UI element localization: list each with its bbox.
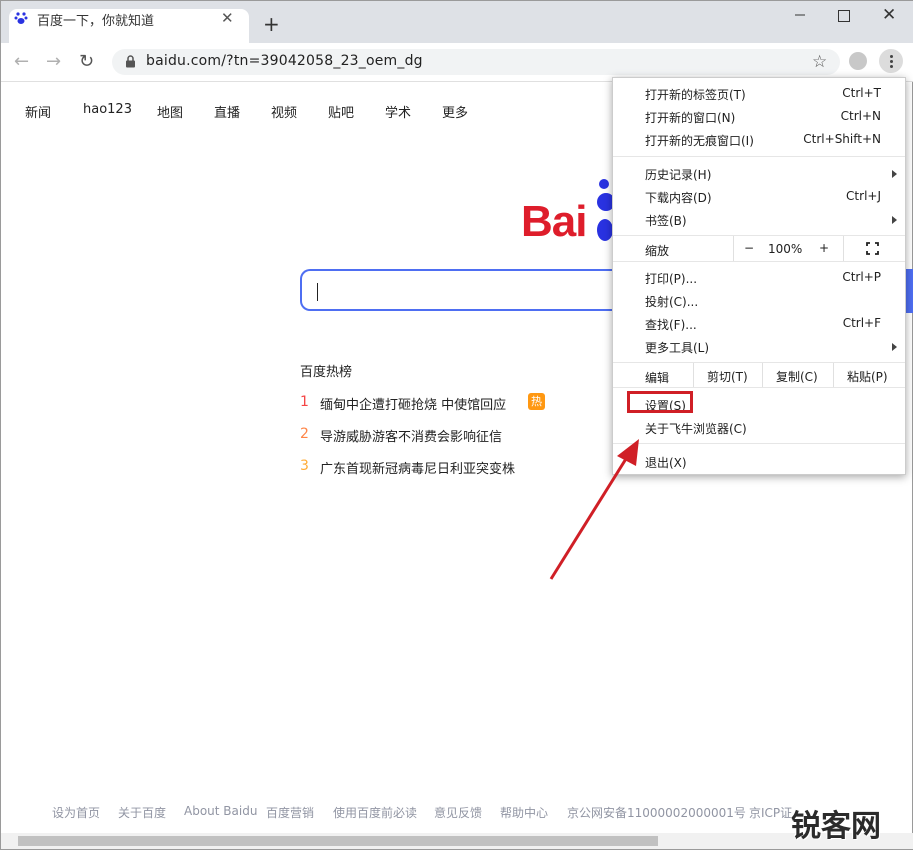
menu-item-edit: 编辑 [645,371,670,385]
footer-link[interactable]: 帮助中心 [500,804,548,821]
forward-arrow-icon[interactable]: → [46,51,61,72]
menu-item-print[interactable]: 打印(P)... [645,270,697,287]
shortcut-find: Ctrl+F [842,316,881,330]
tab-title: 百度一下，你就知道 [37,14,155,29]
new-tab-button[interactable]: + [263,14,280,34]
menu-separator [613,443,905,444]
footer-link[interactable]: 百度营销 [266,804,314,821]
chrome-menu: 打开新的标签页(T) Ctrl+T 打开新的窗口(N) Ctrl+N 打开新的无… [612,77,906,475]
shortcut-incognito: Ctrl+Shift+N [803,132,881,146]
cell-divider [833,363,834,387]
shortcut-downloads: Ctrl+J [846,189,881,203]
menu-separator [613,156,905,157]
shortcut-print: Ctrl+P [842,270,881,284]
scrollbar-thumb[interactable] [18,836,658,846]
baidu-favicon-icon [14,12,28,24]
hot-rank: 3 [300,458,309,474]
footer-link[interactable]: 关于百度 [118,804,166,821]
reload-icon[interactable]: ↻ [79,51,94,72]
nav-link-map[interactable]: 地图 [157,102,183,121]
fullscreen-icon[interactable] [866,242,879,255]
menu-separator [613,261,905,262]
menu-item-more-tools[interactable]: 更多工具(L) [645,339,709,356]
menu-item-history[interactable]: 历史记录(H) [645,166,711,183]
search-button[interactable] [905,269,913,313]
hot-list-title: 百度热榜 [300,365,353,380]
hot-item-link[interactable]: 广东首现新冠病毒尼日利亚突变株 [320,458,515,477]
footer-link[interactable]: 意见反馈 [434,804,482,821]
zoom-level: 100% [768,242,803,256]
nav-link-live[interactable]: 直播 [214,102,240,121]
footer-link[interactable]: 京公网安备11000002000001号 [567,804,746,821]
footer-link[interactable]: 使用百度前必读 [333,804,417,821]
submenu-arrow-icon [892,216,897,224]
dot [890,55,893,58]
cell-divider [843,236,844,261]
shortcut-new-tab: Ctrl+T [842,86,881,100]
menu-item-downloads[interactable]: 下载内容(D) [645,189,712,206]
watermark: 锐客网 [791,809,881,844]
menu-separator [613,235,905,236]
menu-separator [613,362,905,363]
menu-item-exit[interactable]: 退出(X) [645,454,687,471]
zoom-out-button[interactable]: − [744,241,754,255]
footer-link[interactable]: 京ICP证 [749,804,792,821]
maximize-icon[interactable] [838,10,850,22]
menu-item-incognito[interactable]: 打开新的无痕窗口(I) [645,132,754,149]
hot-rank: 1 [300,394,309,410]
hot-rank: 2 [300,426,309,442]
dot [890,65,893,68]
tab-close-icon[interactable]: ✕ [221,9,234,27]
nav-link-hao123[interactable]: hao123 [83,102,132,117]
menu-item-find[interactable]: 查找(F)... [645,316,697,333]
chrome-menu-button[interactable] [879,49,903,73]
red-arrow-annotation [549,439,639,580]
paste-button[interactable]: 粘贴(P) [847,368,888,385]
menu-item-cast[interactable]: 投射(C)... [645,293,698,310]
footer-link[interactable]: About Baidu [184,804,257,818]
footer-link[interactable]: 设为首页 [52,804,100,821]
window-close-icon[interactable]: ✕ [882,5,896,25]
hot-item-link[interactable]: 缅甸中企遭打砸抢烧 中使馆回应 [320,394,506,413]
menu-item-bookmarks[interactable]: 书签(B) [645,212,687,229]
dot [890,60,893,63]
lock-icon [126,55,135,68]
submenu-arrow-icon [892,343,897,351]
cell-divider [733,236,734,261]
zoom-in-button[interactable]: + [819,241,829,255]
nav-link-video[interactable]: 视频 [271,102,297,121]
copy-button[interactable]: 复制(C) [776,368,818,385]
minimize-icon[interactable] [793,5,807,19]
menu-item-zoom: 缩放 [645,244,670,258]
text-caret [317,283,318,301]
cut-button[interactable]: 剪切(T) [707,368,748,385]
back-arrow-icon[interactable]: ← [14,51,29,72]
shortcut-new-window: Ctrl+N [840,109,881,123]
cell-divider [762,363,763,387]
url-text[interactable]: baidu.com/?tn=39042058_23_oem_dg [146,53,423,69]
menu-separator [613,387,905,388]
profile-avatar-icon[interactable] [849,52,867,70]
hot-badge: 热 [528,393,545,410]
nav-link-news[interactable]: 新闻 [25,102,51,121]
bookmark-star-icon[interactable]: ☆ [812,52,827,72]
search-input[interactable] [300,269,620,311]
nav-link-xueshu[interactable]: 学术 [385,102,411,121]
menu-item-new-window[interactable]: 打开新的窗口(N) [645,109,735,126]
menu-item-about[interactable]: 关于飞牛浏览器(C) [645,420,747,437]
nav-link-tieba[interactable]: 贴吧 [328,102,354,121]
menu-item-new-tab[interactable]: 打开新的标签页(T) [645,86,746,103]
hot-item-link[interactable]: 导游威胁游客不消费会影响征信 [320,426,502,445]
cell-divider [693,363,694,387]
nav-link-more[interactable]: 更多 [442,102,468,121]
settings-highlight-box [627,391,693,413]
submenu-arrow-icon [892,170,897,178]
baidu-logo: Bai [521,197,587,246]
